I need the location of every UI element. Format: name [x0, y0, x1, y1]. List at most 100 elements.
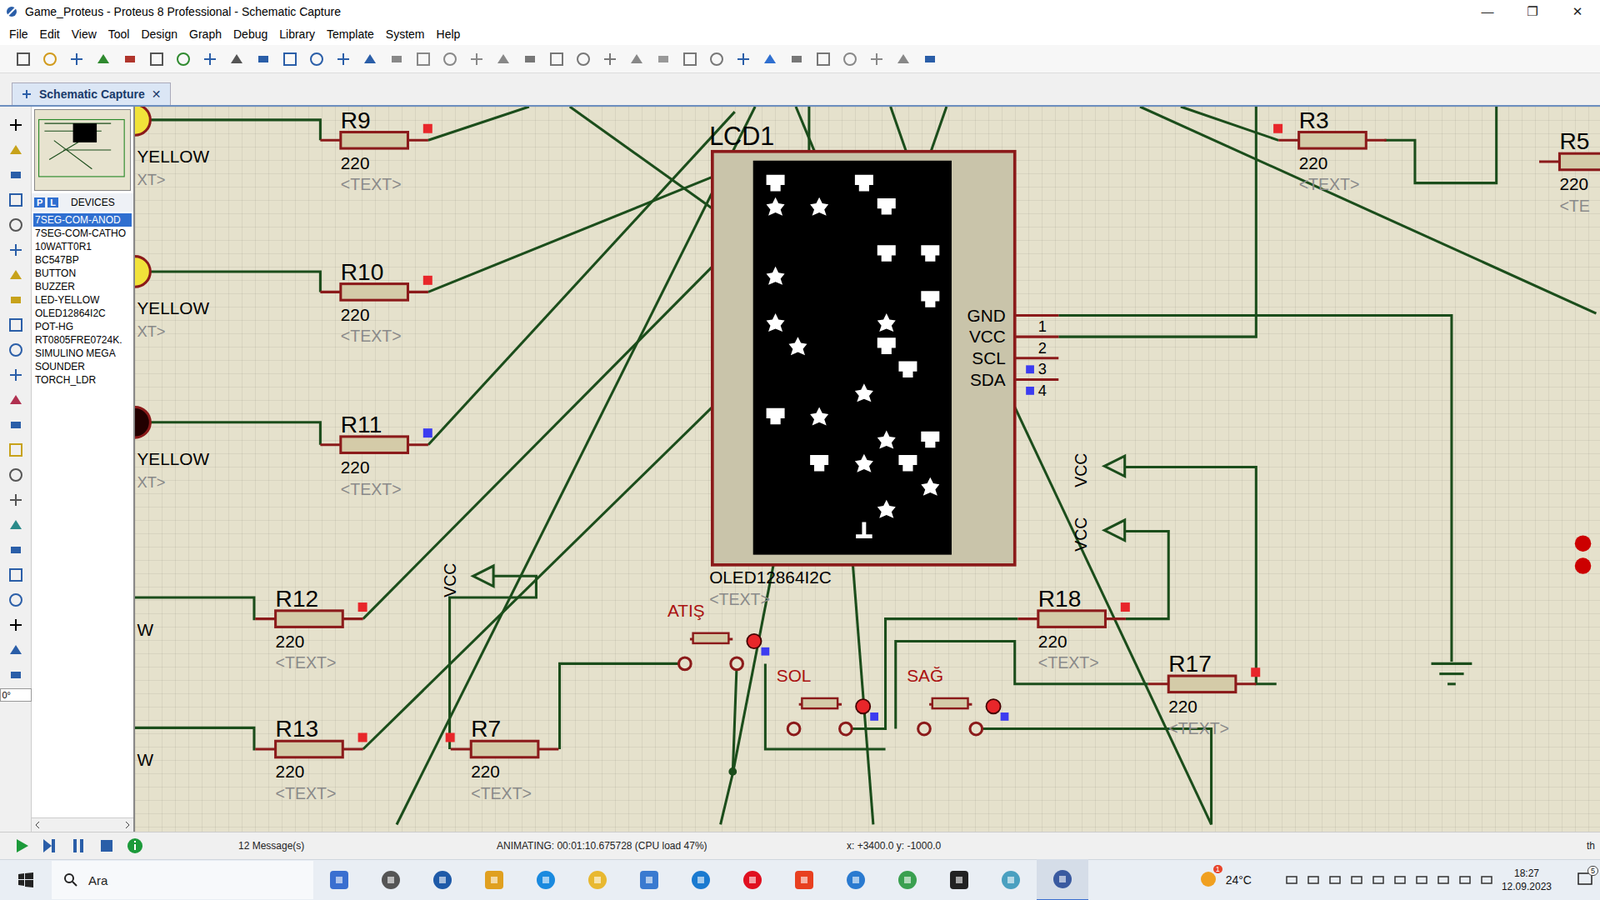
mode-button[interactable] — [4, 138, 28, 162]
mode-button[interactable] — [4, 313, 28, 337]
toolbar-button[interactable] — [411, 47, 435, 71]
taskbar-app[interactable] — [571, 860, 624, 900]
wire[interactable] — [150, 422, 320, 445]
wire[interactable] — [1125, 531, 1170, 620]
device-item[interactable]: SOUNDER — [33, 360, 132, 374]
wire[interactable] — [1125, 467, 1277, 685]
wire[interactable] — [807, 106, 810, 151]
resistor[interactable]: R11220<TEXT> — [320, 411, 432, 499]
device-item[interactable]: LED-YELLOW — [33, 293, 132, 307]
toolbar-button[interactable] — [465, 47, 489, 71]
vcc-terminal[interactable]: VCC — [1071, 453, 1125, 488]
mode-button[interactable] — [4, 188, 28, 212]
mode-button[interactable] — [4, 413, 28, 437]
wire[interactable] — [150, 271, 320, 292]
horizontal-scrollbar[interactable] — [31, 817, 134, 832]
toolbar-button[interactable] — [145, 47, 169, 71]
tab[interactable]: Schematic Capture✕ — [11, 82, 171, 105]
device-item[interactable]: RT0805FRE0724K. — [33, 333, 132, 347]
toolbar-button[interactable] — [225, 47, 249, 71]
mode-button[interactable] — [4, 213, 28, 237]
mode-button[interactable] — [4, 288, 28, 312]
taskbar-app[interactable] — [985, 860, 1037, 900]
oled-display[interactable]: LCD1GND1VCC2SCL3SDA4OLED12864I2C<TEXT> — [709, 121, 1059, 608]
play-icon[interactable] — [13, 837, 30, 855]
scroll-left-icon[interactable] — [34, 820, 41, 830]
wire[interactable] — [428, 111, 735, 445]
tray-icon[interactable] — [1393, 873, 1407, 887]
scroll-right-icon[interactable] — [124, 820, 131, 830]
mode-button[interactable] — [4, 538, 28, 562]
menu-item[interactable]: File — [3, 27, 35, 41]
toolbar-button[interactable] — [171, 47, 195, 71]
window-control[interactable]: ✕ — [1555, 4, 1600, 20]
resistor[interactable]: R12220<TEXT> — [255, 585, 367, 673]
mode-button[interactable] — [4, 663, 28, 687]
toolbar-button[interactable] — [118, 47, 142, 71]
toolbar-button[interactable] — [518, 47, 542, 71]
info-icon[interactable] — [126, 837, 144, 855]
toolbar-button[interactable] — [65, 47, 89, 71]
taskbar-app[interactable] — [520, 860, 572, 900]
wire[interactable] — [931, 106, 947, 151]
schematic-canvas[interactable]: YELLOWXT>YELLOWXT>YELLOWXT>WWR9220<TEXT>… — [135, 106, 1600, 832]
taskbar-app[interactable] — [313, 860, 365, 900]
rotation-field[interactable]: 0° — [0, 688, 32, 702]
led[interactable]: YELLOWXT> — [135, 256, 210, 341]
pause-icon[interactable] — [70, 837, 87, 855]
lcd-pin[interactable]: SDA4 — [970, 370, 1059, 400]
wire[interactable] — [396, 106, 755, 825]
mode-button[interactable] — [4, 113, 28, 137]
device-item[interactable]: BUTTON — [33, 266, 132, 280]
tray-icon[interactable] — [1458, 873, 1472, 887]
tray-icon[interactable] — [1436, 873, 1450, 887]
device-item[interactable]: BC547BP — [33, 253, 132, 267]
mode-button[interactable] — [4, 513, 28, 537]
mode-button[interactable] — [4, 363, 28, 387]
tray-icon[interactable] — [1415, 873, 1429, 887]
step-icon[interactable] — [41, 837, 59, 855]
vcc-terminal[interactable]: VCC — [440, 563, 494, 598]
toolbar-button[interactable] — [331, 47, 355, 71]
menu-item[interactable]: Edit — [34, 27, 66, 41]
toolbar-button[interactable] — [251, 47, 275, 71]
toolbar-button[interactable] — [385, 47, 409, 71]
window-control[interactable]: ❐ — [1510, 4, 1555, 20]
toolbar-button[interactable] — [758, 47, 782, 71]
toolbar-button[interactable] — [198, 47, 222, 71]
mode-button[interactable] — [4, 438, 28, 462]
toolbar-button[interactable] — [785, 47, 809, 71]
window-control[interactable]: — — [1465, 4, 1510, 19]
led[interactable]: YELLOWXT> — [135, 406, 210, 491]
mode-button[interactable] — [4, 463, 28, 487]
push-button[interactable]: ATIŞ — [667, 600, 770, 670]
menu-item[interactable]: Library — [273, 27, 321, 41]
tray-icon[interactable] — [1480, 873, 1494, 887]
toolbar-button[interactable] — [438, 47, 462, 71]
stop-icon[interactable] — [98, 837, 115, 855]
wire[interactable] — [1384, 106, 1496, 184]
mode-button[interactable] — [4, 638, 28, 662]
resistor[interactable]: R7220<TEXT> — [445, 715, 560, 803]
toolbar-button[interactable] — [571, 47, 595, 71]
mode-button[interactable] — [4, 388, 28, 412]
device-item[interactable]: SIMULINO MEGA — [33, 346, 132, 360]
temperature[interactable]: 24°C — [1225, 873, 1252, 887]
toolbar-button[interactable] — [491, 47, 515, 71]
taskbar-app[interactable] — [881, 860, 934, 900]
wire[interactable] — [890, 106, 906, 151]
resistor[interactable]: R5220<TE — [1539, 128, 1600, 215]
toolbar-button[interactable] — [731, 47, 755, 71]
tray-icon[interactable] — [1371, 873, 1385, 887]
device-mode-button[interactable]: P — [34, 197, 45, 208]
mode-button[interactable] — [4, 613, 28, 637]
toolbar-button[interactable] — [891, 47, 915, 71]
menu-item[interactable]: View — [65, 27, 103, 41]
wire[interactable] — [977, 729, 1212, 825]
mode-button[interactable] — [4, 338, 28, 362]
device-item[interactable]: POT-HG — [33, 320, 132, 334]
search-box[interactable]: Ara — [51, 860, 314, 900]
taskbar-app[interactable] — [675, 860, 727, 900]
overview-window[interactable] — [34, 109, 131, 191]
taskbar-app[interactable] — [468, 860, 520, 900]
